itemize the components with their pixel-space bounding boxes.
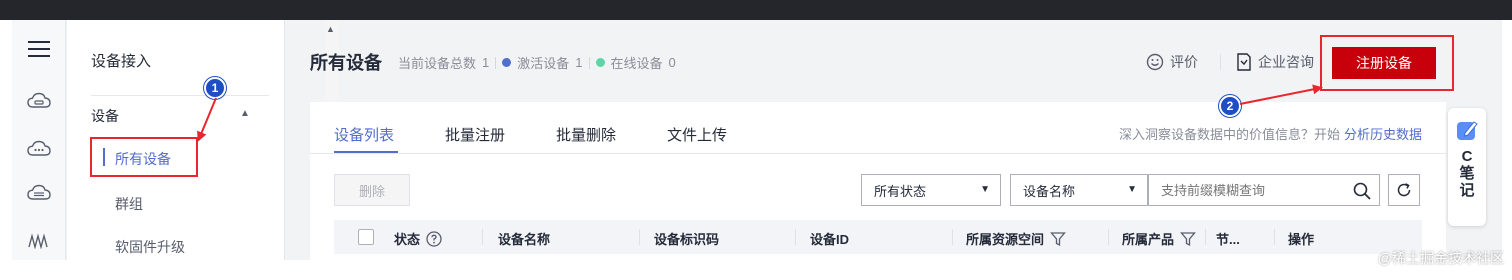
total-devices-value: 1 xyxy=(482,55,490,70)
annotation-badge-2: 2 xyxy=(1219,95,1241,117)
sidebar-item-firmware-upgrade[interactable]: 软固件升级 xyxy=(115,237,185,257)
note-widget[interactable]: C笔记 xyxy=(1448,108,1486,226)
device-stats: 当前设备总数 1 激活设备 1 在线设备 0 xyxy=(398,53,676,72)
filter-icon[interactable] xyxy=(1050,231,1066,247)
consult-label: 企业咨询 xyxy=(1258,54,1314,70)
annotation-box-all-devices xyxy=(90,137,198,177)
column-divider xyxy=(639,229,640,245)
rate-label: 评价 xyxy=(1170,54,1198,70)
tab-file-upload[interactable]: 文件上传 xyxy=(667,124,727,145)
column-status-label: 状态 xyxy=(394,232,421,247)
filter-icon[interactable] xyxy=(1180,231,1196,247)
column-node-id: 设备标识码 xyxy=(654,232,720,247)
note-pen-icon xyxy=(1457,121,1478,140)
rate-button[interactable]: 评价 xyxy=(1146,52,1198,72)
column-divider xyxy=(795,229,796,245)
table-header: 状态 设备名称 设备标识码 设备ID 所属资源空间 所属产品 节... 操作 xyxy=(334,220,1422,254)
column-device-id: 设备ID xyxy=(810,232,850,247)
caret-up-icon[interactable]: ▲ xyxy=(240,108,250,119)
refresh-button[interactable] xyxy=(1388,174,1420,206)
search-box xyxy=(1148,174,1380,206)
activated-devices-label: 激活设备 xyxy=(517,56,570,71)
annotation-badge-1: 1 xyxy=(204,77,226,99)
sidebar-group-devices[interactable]: 设备 xyxy=(91,106,119,126)
page-title: 所有设备 xyxy=(310,53,382,73)
column-divider xyxy=(952,229,953,245)
console-frame: 设备接入 设备 ▲ 所有设备 群组 软固件升级 ▲ 所有设备 当前设备总数 1 … xyxy=(12,20,1502,260)
menu-icon[interactable] xyxy=(24,34,54,64)
enterprise-consult-button[interactable]: 企业咨询 xyxy=(1236,52,1314,72)
online-devices-label: 在线设备 xyxy=(610,56,663,71)
column-product-label: 所属产品 xyxy=(1122,232,1175,247)
tabs-divider xyxy=(310,153,1446,154)
activated-devices-value: 1 xyxy=(575,55,583,70)
sidebar-item-groups[interactable]: 群组 xyxy=(115,194,143,214)
chevron-down-icon: ▼ xyxy=(980,184,990,195)
column-divider xyxy=(1274,229,1275,245)
insight-promo: 深入洞察设备数据中的价值信息？开始 分析历史数据 xyxy=(1119,124,1422,143)
smiley-icon xyxy=(1146,53,1164,71)
stats-divider xyxy=(495,56,497,69)
tab-batch-delete[interactable]: 批量删除 xyxy=(556,124,616,145)
column-divider xyxy=(1205,229,1206,245)
chevron-down-icon: ▼ xyxy=(1127,184,1137,195)
refresh-icon xyxy=(1397,183,1411,197)
consult-doc-icon xyxy=(1237,53,1251,71)
watermark: @稀土掘金技术社区 xyxy=(1377,250,1504,266)
icon-rail xyxy=(12,20,66,260)
total-devices-label: 当前设备总数 xyxy=(398,56,477,71)
search-input[interactable] xyxy=(1149,175,1345,205)
waveform-icon[interactable] xyxy=(24,226,54,256)
column-divider xyxy=(1108,229,1109,245)
column-product: 所属产品 xyxy=(1122,229,1196,248)
column-divider xyxy=(482,229,483,245)
note-widget-label: C笔记 xyxy=(1459,148,1475,199)
sidebar-title: 设备接入 xyxy=(91,53,152,70)
search-field-value: 设备名称 xyxy=(1023,183,1076,199)
tab-device-list[interactable]: 设备列表 xyxy=(334,124,394,145)
sidebar-divider xyxy=(91,95,269,96)
column-actions: 操作 xyxy=(1288,232,1315,247)
stats-divider xyxy=(588,56,590,69)
insight-text: 深入洞察设备数据中的价值信息？开始 xyxy=(1118,127,1340,142)
tab-batch-register[interactable]: 批量注册 xyxy=(445,124,505,145)
annotation-box-register xyxy=(1320,35,1454,91)
header-divider xyxy=(1220,54,1221,70)
column-resource-space: 所属资源空间 xyxy=(966,229,1066,248)
cloud-service-icon[interactable] xyxy=(24,86,54,116)
column-status: 状态 xyxy=(394,229,442,248)
cloud-chat-icon[interactable] xyxy=(24,134,54,164)
online-dot-icon xyxy=(595,58,605,67)
column-device-name: 设备名称 xyxy=(498,232,551,247)
column-node-type: 节... xyxy=(1216,232,1240,247)
search-icon[interactable] xyxy=(1353,182,1371,200)
device-list-card: 设备列表 批量注册 批量删除 文件上传 深入洞察设备数据中的价值信息？开始 分析历… xyxy=(310,102,1446,260)
online-devices-value: 0 xyxy=(668,55,676,70)
analyze-history-link[interactable]: 分析历史数据 xyxy=(1344,127,1422,142)
status-select-value: 所有状态 xyxy=(874,183,927,199)
status-select[interactable]: 所有状态 ▼ xyxy=(861,174,1001,206)
column-resource-space-label: 所属资源空间 xyxy=(966,232,1045,247)
cloud-db-icon[interactable] xyxy=(24,178,54,208)
delete-button[interactable]: 删除 xyxy=(334,174,410,206)
browser-top-bar xyxy=(0,0,1512,20)
activated-dot-icon xyxy=(502,58,512,67)
select-all-checkbox[interactable] xyxy=(358,229,374,245)
search-field-select[interactable]: 设备名称 ▼ xyxy=(1010,174,1148,206)
help-icon[interactable] xyxy=(426,230,442,247)
